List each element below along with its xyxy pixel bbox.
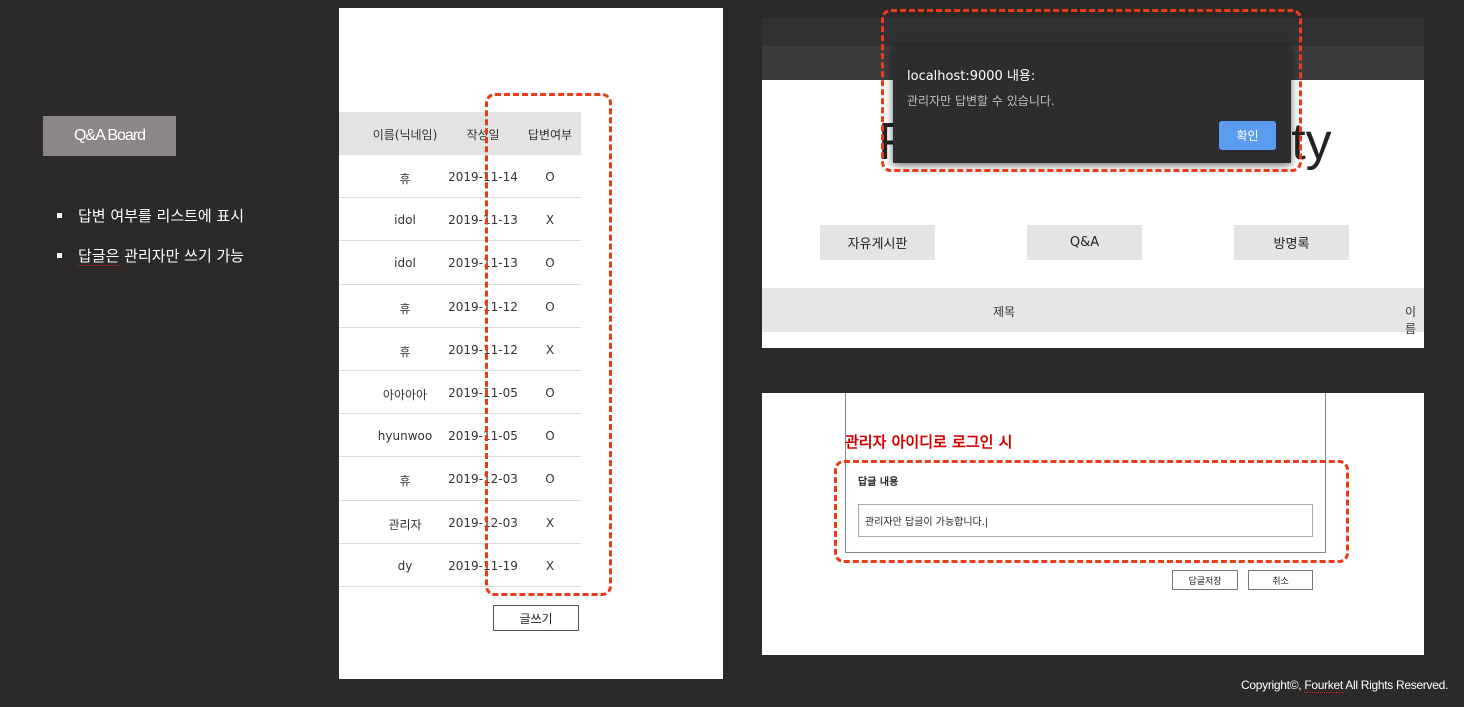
row-name: hyunwoo: [377, 429, 433, 444]
reply-cancel-button[interactable]: 취소: [1248, 570, 1313, 590]
admin-login-caption: 관리자 아이디로 로그인 시: [845, 433, 1013, 451]
row-name: 아아아아: [382, 388, 428, 402]
copyright-footer: Copyright©, Fourket All Rights Reserved.: [1241, 678, 1448, 693]
column-name: 이름: [1405, 305, 1417, 336]
row-name: 휴: [399, 344, 411, 359]
header-name: 이름(닉네임): [372, 128, 438, 142]
row-name: idol: [394, 256, 416, 271]
write-button[interactable]: 글쓰기: [493, 605, 579, 631]
feature-text: 답변 여부를 리스트에 표시: [78, 207, 245, 225]
feature-item: 답글은 관리자만 쓰기 가능: [55, 245, 244, 285]
menu-qa[interactable]: Q&A: [1027, 225, 1142, 260]
row-name: dy: [397, 558, 413, 573]
copyright-suffix: All Rights Reserved.: [1342, 678, 1448, 692]
row-name: 휴: [399, 474, 411, 489]
feature-list: 답변 여부를 리스트에 표시 답글은 관리자만 쓰기 가능: [55, 205, 244, 285]
bullet-square-icon: [57, 253, 62, 258]
row-name: 휴: [399, 172, 411, 186]
list-header-bar: [762, 288, 1424, 332]
reply-save-button[interactable]: 답글저장: [1172, 570, 1238, 590]
feature-text: 답글은 관리자만 쓰기 가능: [78, 245, 244, 266]
column-title: 제목: [993, 305, 1016, 319]
highlight-reply-form: [834, 460, 1349, 563]
brand-name: Fourket: [1304, 678, 1343, 693]
highlight-alert-dialog: [881, 9, 1302, 172]
row-name: idol: [394, 213, 416, 228]
highlight-answered-column: [485, 93, 612, 596]
bullet-square-icon: [57, 213, 62, 218]
spellcheck-word: 답글은: [78, 247, 120, 266]
feature-text-rest: 관리자만 쓰기 가능: [119, 247, 245, 265]
copyright-prefix: Copyright©,: [1241, 678, 1305, 692]
row-name: 관리자: [388, 517, 422, 532]
section-title-badge: Q&A Board: [43, 116, 176, 156]
feature-item: 답변 여부를 리스트에 표시: [55, 205, 244, 245]
row-name: 휴: [399, 301, 411, 316]
menu-free-board[interactable]: 자유게시판: [820, 225, 935, 260]
menu-guestbook[interactable]: 방명록: [1234, 225, 1349, 260]
